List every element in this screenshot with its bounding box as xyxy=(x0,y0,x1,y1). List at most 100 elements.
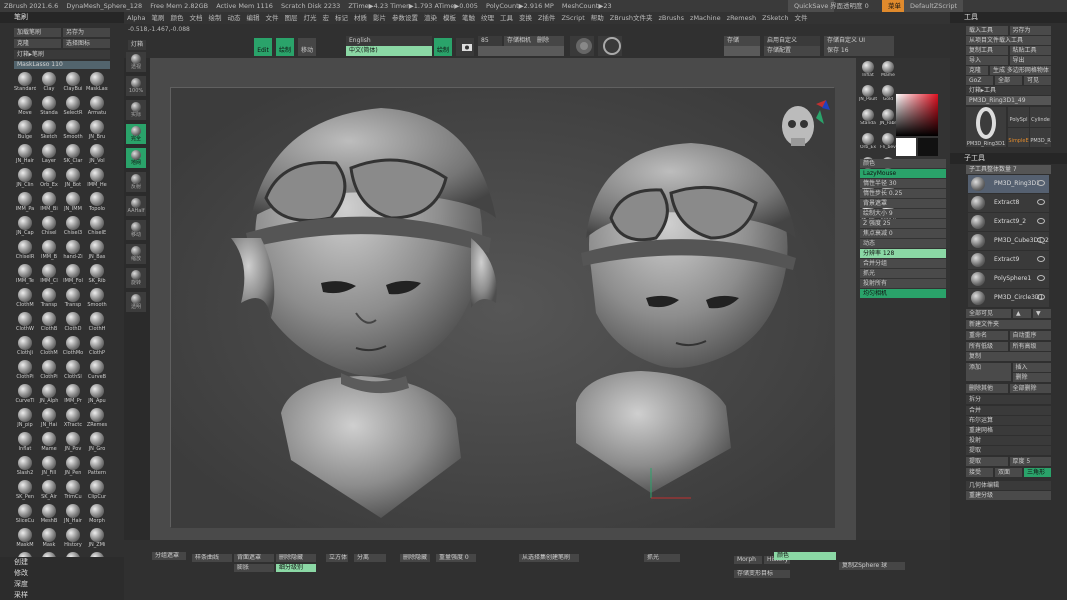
accept-button[interactable]: 接受 xyxy=(966,468,993,477)
visible-button[interactable]: 可见 xyxy=(1024,76,1051,85)
menu-item[interactable]: 灯光 xyxy=(303,14,316,22)
brush-item[interactable]: Move xyxy=(14,96,36,118)
save-custom-ui-button[interactable]: 存储自定义 UI xyxy=(824,36,894,46)
custom-ui-toggle[interactable]: 启用自定义 xyxy=(764,36,820,46)
menu-item[interactable]: 工具 xyxy=(500,14,513,22)
extract-button[interactable]: 提取 xyxy=(966,457,1008,466)
xpose-button[interactable]: 分离 xyxy=(354,554,386,562)
brush-item[interactable]: IMM_Bi xyxy=(38,192,60,214)
menu-item[interactable]: 文件 xyxy=(265,14,278,22)
subtool-item[interactable]: PolySphere1 xyxy=(968,270,1049,288)
eye-icon[interactable] xyxy=(1037,218,1045,224)
brush-item[interactable]: Armatu xyxy=(86,96,108,118)
polish-button[interactable]: 抓光 xyxy=(860,269,946,278)
eye-icon[interactable] xyxy=(1037,294,1045,300)
menu-item[interactable]: 纹理 xyxy=(481,14,494,22)
brush-item[interactable]: ClothM xyxy=(38,336,60,358)
menu-item[interactable]: 模板 xyxy=(443,14,456,22)
merge-button[interactable]: 合并 xyxy=(966,406,1051,415)
brush-item[interactable]: History xyxy=(62,528,84,550)
polish-bottom-button[interactable]: 抓光 xyxy=(644,554,680,562)
menu-item[interactable]: 动态 xyxy=(227,14,240,22)
menu-item[interactable]: ZScript xyxy=(561,14,584,22)
lazymouse-toggle[interactable]: LazyMouse xyxy=(860,169,946,178)
brush-item[interactable]: Morph xyxy=(86,504,108,526)
weight-slider[interactable]: 重量强度 0 xyxy=(436,554,476,562)
menu-item[interactable]: 笔刷 xyxy=(151,14,164,22)
morph-button[interactable]: Morph xyxy=(734,556,762,564)
subtool-item[interactable]: Extract9_2 xyxy=(968,213,1049,231)
brush-item[interactable]: MaskM xyxy=(14,528,36,550)
menu-item[interactable]: 笔触 xyxy=(462,14,475,22)
brush-item[interactable]: Smooth xyxy=(62,120,84,142)
render-button[interactable]: 绘制 xyxy=(434,38,452,56)
copy-zsphere-button[interactable]: 复制ZSphere 球 xyxy=(839,562,905,570)
subdiv-slider[interactable]: 细分级别 xyxy=(276,564,316,572)
auto-reorder-button[interactable]: 自动重序 xyxy=(1009,331,1051,340)
insert-button[interactable]: 插入 xyxy=(1012,363,1051,372)
main-color-swatch[interactable] xyxy=(896,138,916,156)
delete-all-button[interactable]: 全部删除 xyxy=(1009,384,1051,393)
select-icon-button[interactable]: 选择图标 xyxy=(63,39,110,48)
backface-mask-button[interactable]: 背面遮罩 xyxy=(234,554,274,562)
color-mode-button[interactable]: 颜色 xyxy=(774,552,836,560)
menu-item[interactable]: Z插件 xyxy=(538,14,555,22)
eye-icon[interactable] xyxy=(1037,275,1045,281)
create-section[interactable]: 创建 xyxy=(0,557,124,568)
dynamic-button[interactable]: 动态 xyxy=(860,239,946,248)
document-canvas[interactable] xyxy=(170,87,835,528)
subtool-header[interactable]: 子工具 xyxy=(950,153,1067,164)
brush-item[interactable]: IMM_He xyxy=(86,168,108,190)
brush-item[interactable]: Slash2 xyxy=(14,456,36,478)
eye-icon[interactable] xyxy=(1037,256,1045,262)
menu-item[interactable]: 帮助 xyxy=(591,14,604,22)
load-tool-button[interactable]: 载入工具 xyxy=(966,26,1008,35)
shelf-button[interactable]: 透明 xyxy=(126,292,146,312)
brush-item[interactable]: JN_Bas xyxy=(86,240,108,262)
material-item[interactable]: Mame xyxy=(879,61,897,83)
material-item[interactable]: Fli_bev xyxy=(879,133,897,155)
menu-item[interactable]: 变换 xyxy=(519,14,532,22)
depth-section[interactable]: 深度 xyxy=(0,579,124,590)
shelf-button[interactable]: 缩放 xyxy=(126,244,146,264)
del-hidden-label[interactable]: 删除隐藏 xyxy=(400,554,430,562)
merge-groups-button[interactable]: 合并分组 xyxy=(860,259,946,268)
brush-item[interactable]: ClothPi xyxy=(38,360,60,382)
tool-name-slider[interactable]: PM3D_Ring3D1_49 xyxy=(966,96,1051,105)
tcorne-button[interactable]: 三角形 xyxy=(1024,468,1051,477)
visibility-button[interactable]: 全部可见 xyxy=(966,309,1011,318)
draw-button[interactable]: 绘制 xyxy=(276,38,294,56)
reconstruct-button[interactable]: 重建分级 xyxy=(966,491,1051,500)
background-mask-button[interactable]: 背景遮罩 xyxy=(860,199,946,208)
shelf-button[interactable]: 旋转 xyxy=(126,268,146,288)
brush-item[interactable]: ClothSl xyxy=(62,360,84,382)
shelf-button[interactable]: 反射 xyxy=(126,172,146,192)
brush-item[interactable]: Mask xyxy=(38,528,60,550)
brush-item[interactable]: IMM_Te xyxy=(14,264,36,286)
brush-item[interactable]: ClothB xyxy=(38,312,60,334)
lightbox-tool-button[interactable]: 灯箱▸工具 xyxy=(966,86,1051,95)
brush-item[interactable]: XTractc xyxy=(62,408,84,430)
brush-item[interactable]: JN_Bot xyxy=(62,168,84,190)
shelf-button[interactable]: AAHalf xyxy=(126,196,146,216)
subtool-item[interactable]: Extract9 xyxy=(968,251,1049,269)
project-button[interactable]: 投射 xyxy=(966,436,1051,445)
brush-item[interactable]: Sketch xyxy=(38,120,60,142)
brush-item[interactable]: ChiselE xyxy=(86,216,108,238)
ui-transparency[interactable]: 界面透明度 0 xyxy=(830,0,869,12)
brush-item[interactable]: JN_Pov xyxy=(62,432,84,454)
menu-item[interactable]: 文档 xyxy=(189,14,202,22)
brush-item[interactable]: SliceCu xyxy=(14,504,36,526)
shelf-button[interactable]: 100% xyxy=(126,76,146,96)
menu-item[interactable]: ZBrush文件夹 xyxy=(610,14,653,22)
brush-item[interactable]: SK_Air xyxy=(38,480,60,502)
spiral-icon[interactable] xyxy=(598,36,622,56)
brush-item[interactable]: CurveTi xyxy=(14,384,36,406)
menu-item[interactable]: 绘制 xyxy=(208,14,221,22)
menu-item[interactable]: 参数设置 xyxy=(392,14,418,22)
thumb-simplebrush[interactable]: SimpleE xyxy=(1008,127,1029,147)
brush-item[interactable]: ChiselR xyxy=(14,240,36,262)
material-item[interactable]: Orb_Ex xyxy=(859,133,877,155)
store-morph-button[interactable]: 存储变形目标 xyxy=(734,570,790,578)
store-config-button[interactable]: 存储配置 xyxy=(764,46,820,56)
